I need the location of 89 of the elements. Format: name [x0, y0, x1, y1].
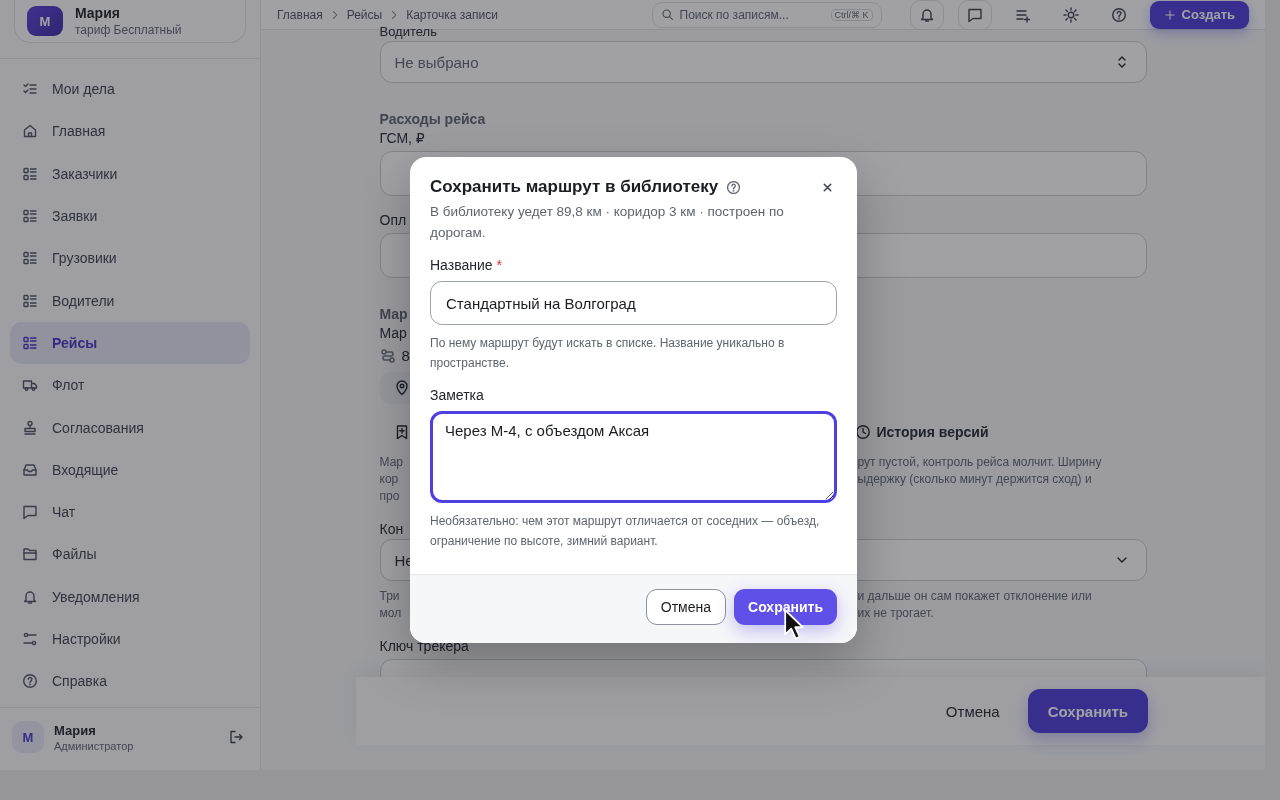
nav-item[interactable]: Мои дела [10, 68, 250, 111]
account-plan: тариф Бесплатный [75, 23, 183, 37]
nav-item[interactable]: Чат [10, 490, 250, 534]
search-icon [660, 8, 674, 21]
help-icon [726, 179, 742, 195]
user-role: Администратор [54, 739, 135, 752]
nav-item[interactable]: Рейсы [10, 321, 250, 365]
user-name: Мария [54, 722, 97, 738]
chat-button[interactable] [957, 0, 992, 30]
sun-icon [1062, 6, 1079, 23]
shortcut-hint: Ctrl/⌘ K [830, 8, 873, 21]
field-label: Заметка [430, 387, 484, 403]
nav-item[interactable]: Согласования [10, 406, 250, 449]
section-heading: Расходы рейса [379, 111, 487, 127]
route-icon [379, 347, 396, 364]
help-text: кор [379, 471, 400, 488]
truck-icon [22, 377, 38, 394]
field-label: Кон [379, 521, 404, 537]
plus-icon [1163, 8, 1176, 21]
help-text: их не трогает. [857, 605, 935, 622]
help-icon [1110, 6, 1127, 23]
nav-item[interactable]: Заказчики [10, 152, 250, 195]
account-card[interactable]: М Мария тариф Бесплатный [14, 0, 246, 43]
nav-item[interactable]: Файлы [10, 533, 250, 576]
dialog-description: В библиотеку уедет 89,8 км · коридор 3 км · построен по дорогам. [430, 203, 785, 242]
nav-item[interactable]: Грузовики [10, 237, 250, 280]
name-field[interactable]: Стандартный на Волгоград [430, 281, 837, 325]
driver-select[interactable]: Не выбрано [379, 41, 1147, 83]
help-text: и дальше он сам покажет отклонение или [857, 588, 1093, 605]
bell-icon [22, 588, 38, 605]
nav-item[interactable]: Водители [10, 279, 250, 322]
field-label: Опл [379, 212, 407, 228]
nav-item[interactable]: Заявки [10, 194, 250, 238]
list-icon [22, 292, 38, 309]
list-icon [22, 165, 38, 182]
breadcrumb-link[interactable]: Главная [277, 7, 323, 22]
home-icon [22, 123, 38, 140]
bell-icon [918, 6, 935, 23]
list-icon [22, 250, 38, 267]
folder-icon [22, 546, 38, 563]
dialog-title: Сохранить маршрут в библиотеку [430, 177, 719, 197]
list-icon [22, 208, 38, 225]
sliders-icon [22, 631, 38, 647]
search-placeholder: Поиск по записям... [679, 7, 790, 22]
help-text: мол [379, 605, 403, 622]
notifications-button[interactable] [909, 0, 944, 30]
nav-item[interactable]: Флот [10, 364, 250, 407]
avatar: М [12, 721, 44, 753]
version-history-link[interactable]: История версий [854, 424, 1147, 440]
section-heading: Мар [379, 306, 408, 322]
chat-icon [22, 504, 38, 521]
breadcrumb-link[interactable]: Рейсы [346, 7, 383, 22]
help-text: По нему маршрут будут искать в списке. Название уникально в пространстве. [430, 335, 786, 372]
nav-item[interactable]: Справка [10, 660, 250, 703]
chat-icon [966, 6, 983, 23]
note-field[interactable]: Через М-4, с объездом Аксая [430, 411, 837, 503]
help-text: Три [379, 588, 401, 605]
nav-item[interactable]: Настройки [10, 617, 250, 661]
breadcrumb-link[interactable]: Карточка записи [406, 7, 498, 22]
create-button[interactable]: Создать [1149, 0, 1249, 29]
distance-value: 8 [401, 347, 410, 364]
search-field[interactable]: Поиск по записям... Ctrl/⌘ K [651, 1, 882, 28]
help-text: Мар [379, 454, 404, 471]
account-name: Мария [75, 5, 121, 21]
field-label: Ключ трекера [379, 638, 470, 654]
help-icon [22, 673, 38, 690]
help-text: рут пустой, контроль рейса молчит. Ширину [857, 454, 1103, 471]
help-text: ыдержку (сколько минут держится сход) и [857, 471, 1093, 488]
list-icon [22, 334, 38, 351]
help-text: Необязательно: чем этот маршрут отличается от соседних — объезд, ограничение по высоте, зимний вариант. [430, 513, 821, 550]
inbox-icon [22, 461, 38, 478]
save-button[interactable]: Сохранить [1027, 689, 1148, 733]
field-label: ГСМ, ₽ [379, 130, 426, 146]
field-label: Мар [379, 325, 407, 341]
nav-item[interactable]: Уведомления [10, 575, 250, 618]
required-mark: * [496, 257, 502, 273]
pin-icon [393, 380, 410, 396]
avatar: М [27, 6, 63, 36]
clock-icon [854, 424, 871, 440]
cancel-button[interactable]: Отмена [945, 702, 1000, 720]
field-label: Водитель [379, 25, 438, 39]
help-text: про [379, 488, 401, 505]
save-button[interactable]: Сохранить [734, 589, 837, 625]
nav-item[interactable]: Главная [10, 110, 250, 153]
field-label: Название [430, 257, 493, 273]
logout-icon [228, 729, 244, 745]
nav-item[interactable]: Входящие [10, 448, 250, 491]
cancel-button[interactable]: Отмена [645, 589, 727, 625]
stamp-icon [22, 419, 38, 436]
